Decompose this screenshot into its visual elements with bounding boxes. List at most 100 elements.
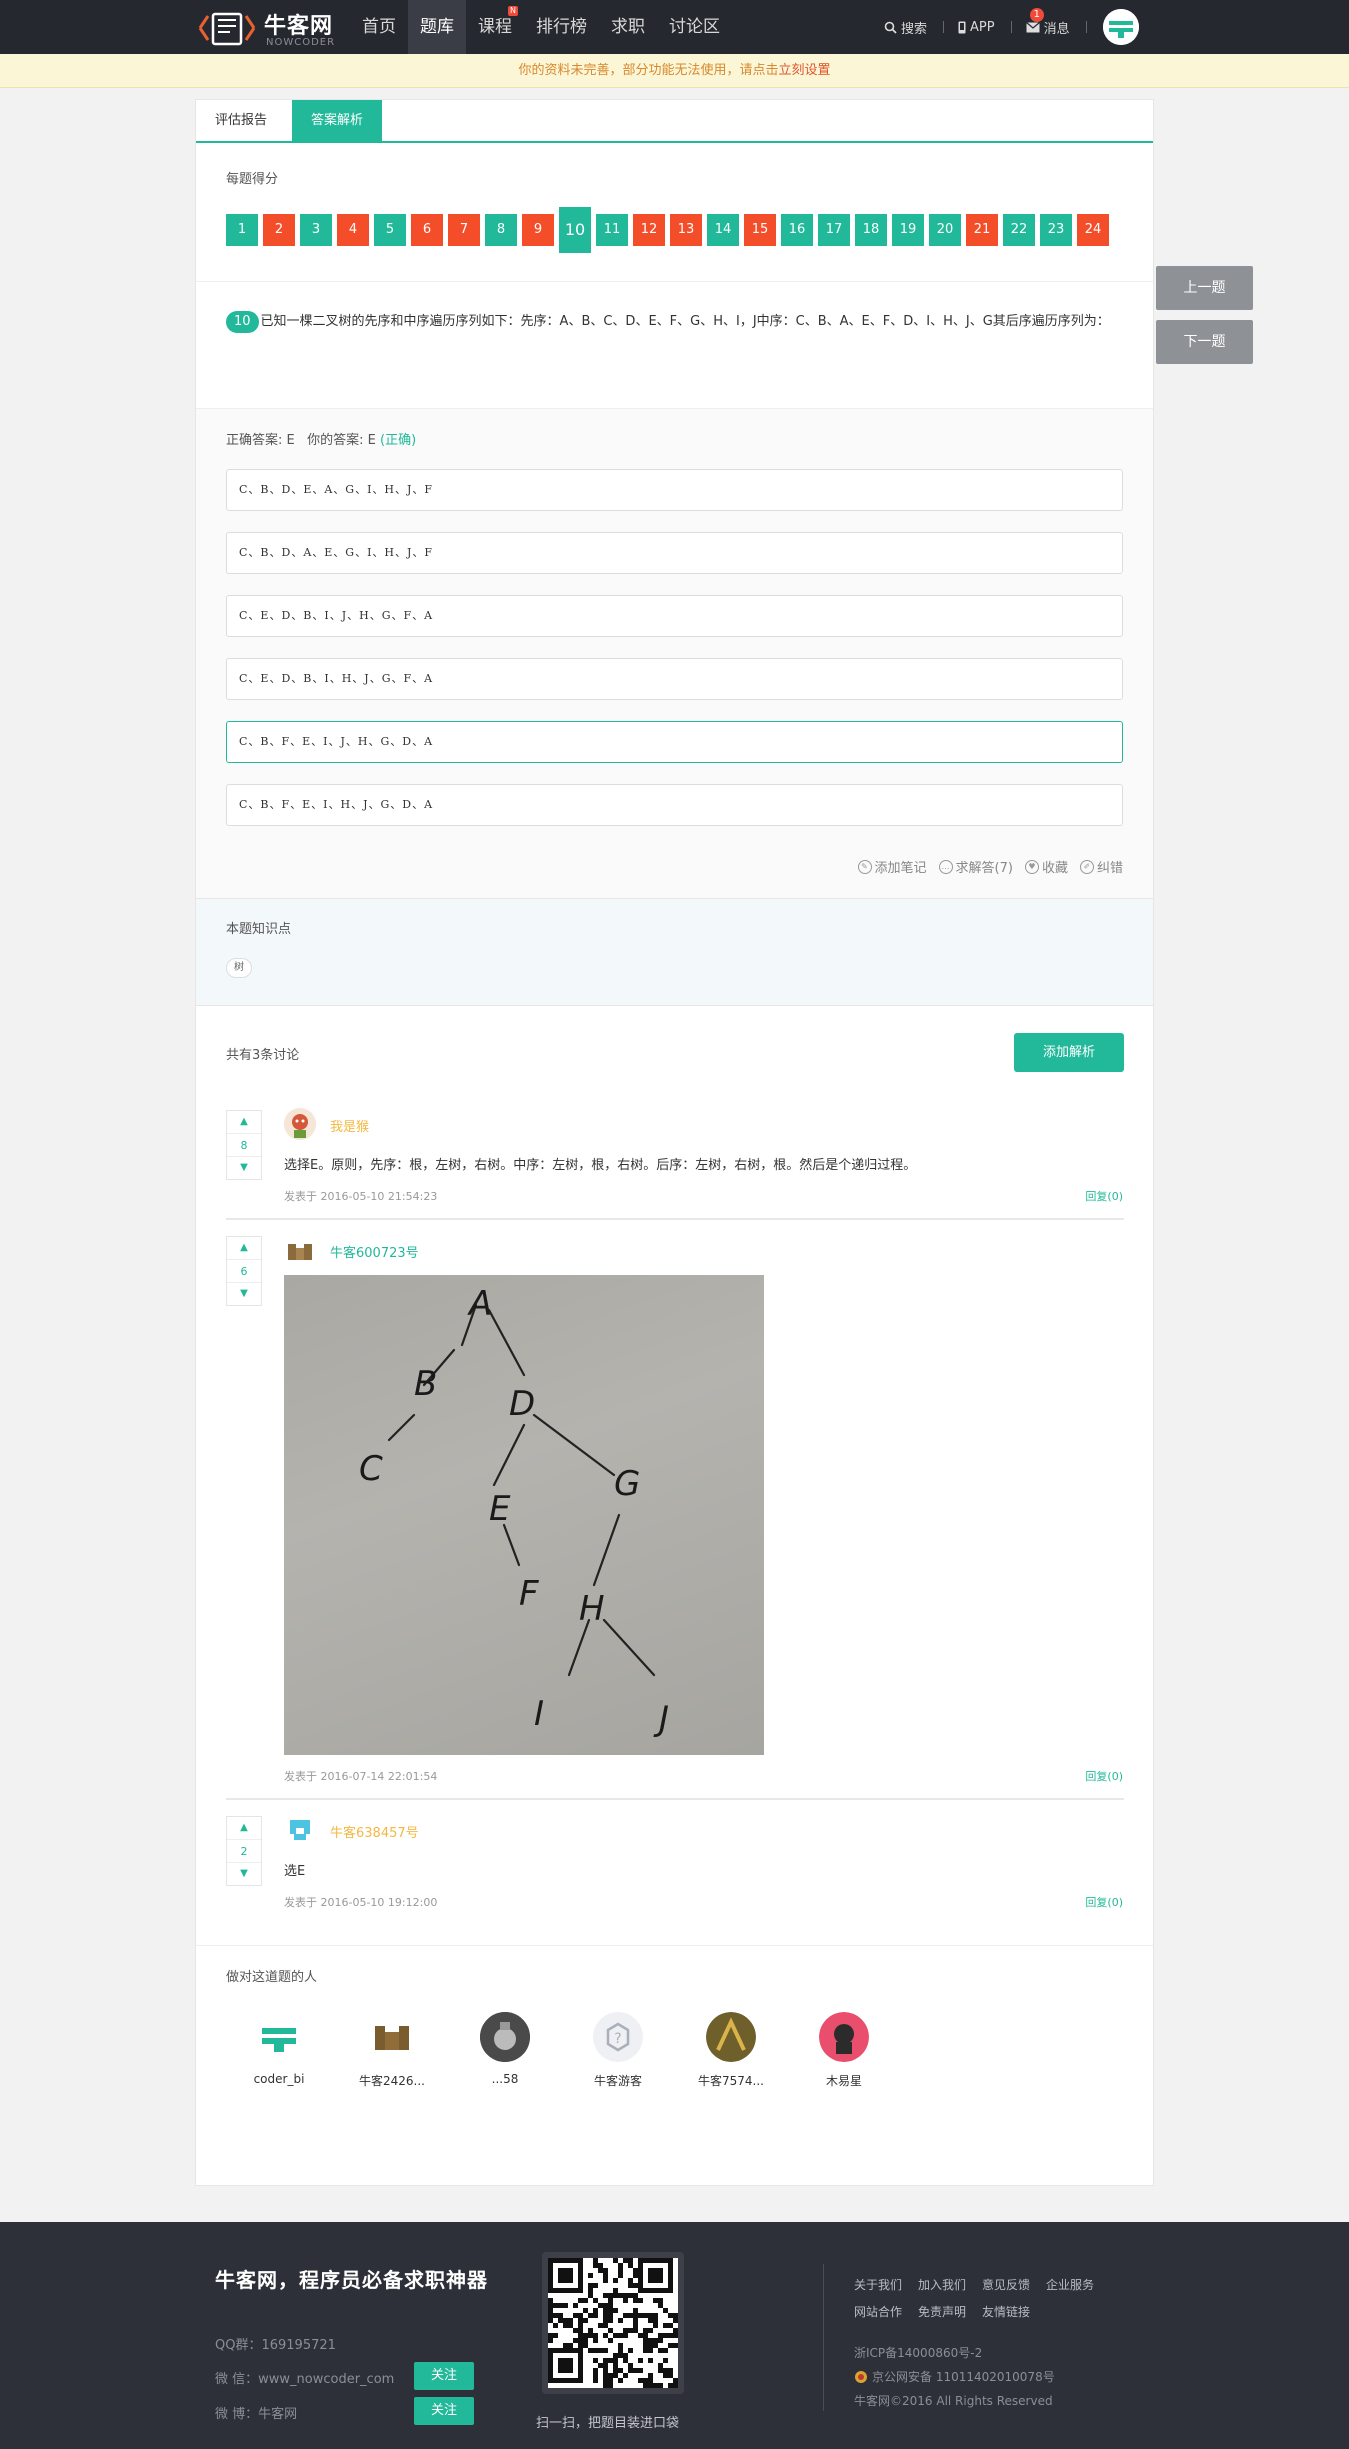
score-item[interactable]: 8	[485, 214, 517, 246]
vote-count: 2	[227, 1839, 261, 1863]
comment-text: 选择E。原则，先序：根，左树，右树。中序：左树，根，右树。后序：左树，右树，根。…	[284, 1158, 917, 1173]
downvote-button[interactable]: ▼	[227, 1863, 261, 1885]
knowledge-tag[interactable]: 树	[226, 958, 252, 978]
upvote-button[interactable]: ▲	[227, 1111, 261, 1133]
option-f[interactable]: C、B、F、E、I、H、J、G、D、A	[226, 784, 1123, 826]
notice-settings-link[interactable]: 立刻设置	[779, 63, 831, 78]
commenter-avatar[interactable]	[284, 1814, 316, 1846]
comment-divider	[226, 1218, 1124, 1220]
score-item[interactable]: 23	[1040, 214, 1072, 246]
score-item[interactable]: 12	[633, 214, 665, 246]
search-link[interactable]: 搜索	[884, 18, 927, 37]
nav-home[interactable]: 首页	[350, 0, 408, 54]
footer-link-feedback[interactable]: 意见反馈	[982, 2276, 1030, 2293]
messages-link[interactable]: 1 消息	[1025, 7, 1070, 37]
commenter-name[interactable]: 我是猴	[330, 1116, 369, 1135]
score-item[interactable]: 17	[818, 214, 850, 246]
commenter-avatar[interactable]	[284, 1108, 316, 1140]
score-item[interactable]: 1	[226, 214, 258, 246]
score-item[interactable]: 9	[522, 214, 554, 246]
add-note-button[interactable]: ✎ 添加笔记	[857, 857, 927, 876]
nav-courses[interactable]: 课程 N	[466, 0, 524, 54]
solver-user[interactable]: 牛客2426...	[347, 2012, 437, 2089]
ask-answer-button[interactable]: … 求解答(7)	[938, 857, 1013, 876]
new-badge: N	[508, 6, 518, 16]
score-item[interactable]: 24	[1077, 214, 1109, 246]
downvote-button[interactable]: ▼	[227, 1157, 261, 1179]
reply-link[interactable]: 回复(0)	[1085, 1894, 1123, 1910]
option-c[interactable]: C、E、D、B、I、J、H、G、F、A	[226, 595, 1123, 637]
comment-time: 发表于 2016-07-14 22:01:54	[284, 1770, 438, 1783]
solver-user[interactable]: ? 牛客游客	[573, 2012, 663, 2089]
app-label: APP	[970, 19, 995, 35]
footer-link-friends[interactable]: 友情链接	[982, 2303, 1030, 2320]
discussion-count: 共有3条讨论	[226, 1048, 300, 1063]
score-item[interactable]: 3	[300, 214, 332, 246]
follow-weibo-button[interactable]: 关注	[414, 2397, 474, 2425]
score-item[interactable]: 20	[929, 214, 961, 246]
score-item[interactable]: 16	[781, 214, 813, 246]
upvote-button[interactable]: ▲	[227, 1817, 261, 1839]
score-item[interactable]: 18	[855, 214, 887, 246]
app-link[interactable]: APP	[958, 20, 995, 35]
score-item[interactable]: 6	[411, 214, 443, 246]
tab-report[interactable]: 评估报告	[196, 100, 286, 141]
reply-link[interactable]: 回复(0)	[1085, 1768, 1123, 1784]
follow-wechat-button[interactable]: 关注	[414, 2362, 474, 2390]
downvote-button[interactable]: ▼	[227, 1283, 261, 1305]
score-item[interactable]: 11	[596, 214, 628, 246]
nav-ranking[interactable]: 排行榜	[524, 0, 599, 54]
score-item[interactable]: 13	[670, 214, 702, 246]
avatar-image	[480, 2012, 530, 2062]
solver-user[interactable]: 牛客7574...	[686, 2012, 776, 2089]
next-question-button[interactable]: 下一题	[1156, 320, 1253, 364]
logo-text: 牛客网	[264, 14, 334, 39]
footer-link-about[interactable]: 关于我们	[854, 2276, 902, 2293]
footer-link-cooperation[interactable]: 网站合作	[854, 2303, 902, 2320]
tree-letter: H	[579, 1589, 605, 1629]
option-a[interactable]: C、B、D、E、A、G、I、H、J、F	[226, 469, 1123, 511]
commenter-name[interactable]: 牛客600723号	[330, 1242, 419, 1261]
answer-status: (正确)	[380, 433, 417, 448]
score-item[interactable]: 22	[1003, 214, 1035, 246]
report-error-button[interactable]: ✐ 纠错	[1079, 857, 1123, 876]
solver-user[interactable]: ...58	[460, 2012, 550, 2086]
score-item[interactable]: 10	[559, 207, 591, 253]
logo-subtitle: NOWCODER	[266, 37, 336, 48]
score-item[interactable]: 21	[966, 214, 998, 246]
vote-box: ▲ 6 ▼	[226, 1236, 262, 1306]
score-item[interactable]: 5	[374, 214, 406, 246]
footer-link-disclaimer[interactable]: 免责声明	[918, 2303, 966, 2320]
add-analysis-button[interactable]: 添加解析	[1014, 1033, 1124, 1072]
nav-discussion[interactable]: 讨论区	[657, 0, 732, 54]
score-item[interactable]: 2	[263, 214, 295, 246]
user-nav: 搜索 APP 1 消息	[870, 0, 1087, 54]
score-item[interactable]: 7	[448, 214, 480, 246]
footer-link-join[interactable]: 加入我们	[918, 2276, 966, 2293]
footer-link-enterprise[interactable]: 企业服务	[1046, 2276, 1094, 2293]
score-item[interactable]: 19	[892, 214, 924, 246]
commenter-name[interactable]: 牛客638457号	[330, 1822, 419, 1841]
solver-user[interactable]: 木易星	[799, 2012, 889, 2089]
option-b[interactable]: C、B、D、A、E、G、I、H、J、F	[226, 532, 1123, 574]
solver-user[interactable]: coder_bi	[234, 2012, 324, 2086]
vote-count: 8	[227, 1133, 261, 1157]
comment-time: 发表于 2016-05-10 21:54:23	[284, 1190, 438, 1203]
solver-avatar	[480, 2012, 530, 2062]
favorite-button[interactable]: ♥ 收藏	[1024, 857, 1068, 876]
option-e[interactable]: C、B、F、E、I、J、H、G、D、A	[226, 721, 1123, 763]
upvote-button[interactable]: ▲	[227, 1237, 261, 1259]
user-avatar[interactable]	[1103, 9, 1139, 45]
option-d[interactable]: C、E、D、B、I、H、J、G、F、A	[226, 658, 1123, 700]
prev-question-button[interactable]: 上一题	[1156, 266, 1253, 310]
tree-letter: J	[653, 1699, 669, 1739]
score-item[interactable]: 14	[707, 214, 739, 246]
commenter-avatar[interactable]	[284, 1234, 316, 1266]
score-item[interactable]: 15	[744, 214, 776, 246]
score-item[interactable]: 4	[337, 214, 369, 246]
nav-jobs[interactable]: 求职	[599, 0, 657, 54]
nav-question-bank[interactable]: 题库	[408, 0, 466, 54]
reply-link[interactable]: 回复(0)	[1085, 1188, 1123, 1204]
tab-answer-analysis[interactable]: 答案解析	[292, 100, 383, 141]
site-logo[interactable]: 牛客网 NOWCODER	[196, 5, 346, 51]
